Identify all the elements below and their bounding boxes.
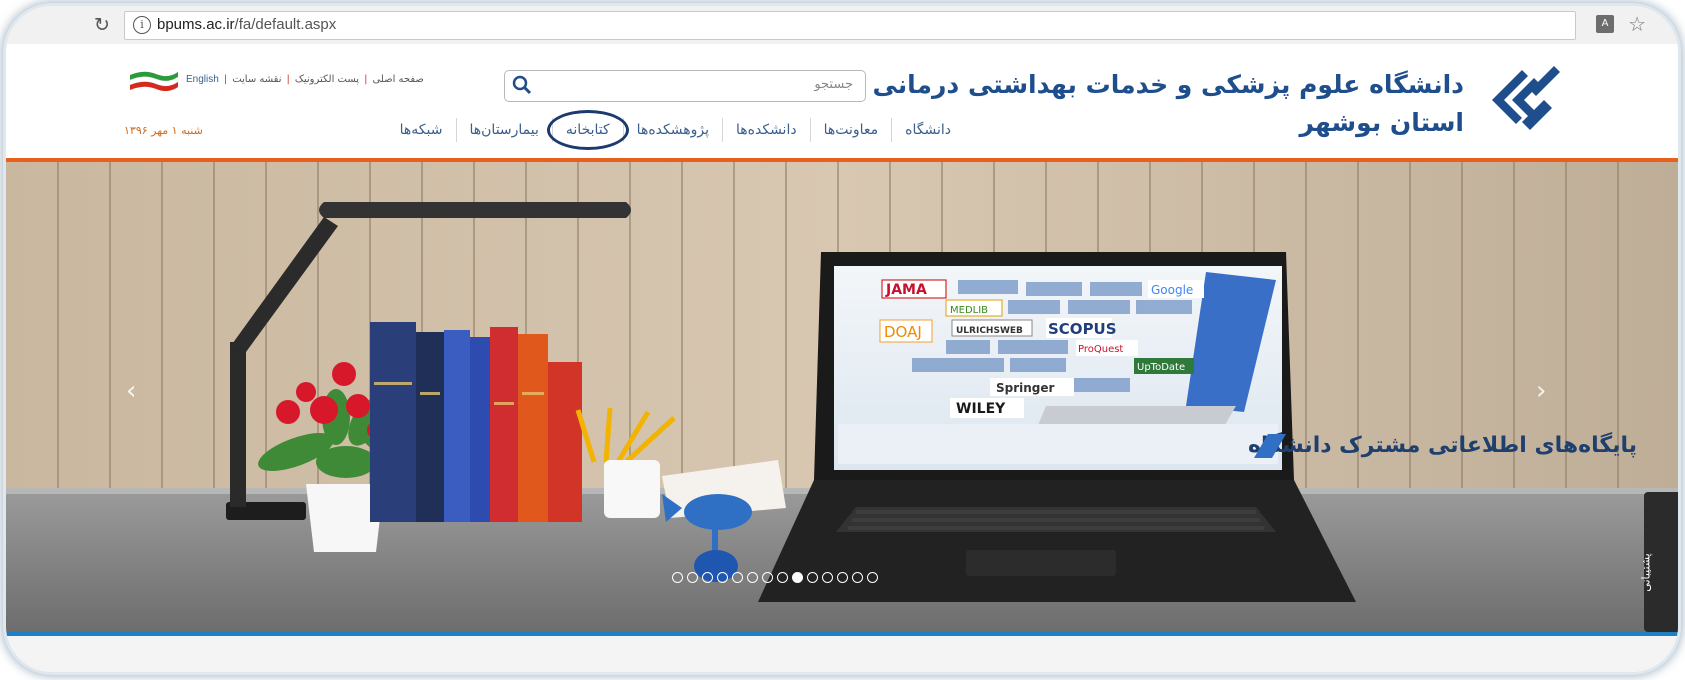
- address-bar[interactable]: i bpums.ac.ir/fa/default.aspx: [124, 11, 1576, 40]
- menu-item-faculties[interactable]: دانشکده‌ها: [723, 122, 810, 138]
- db-logo-proquest: ProQuest: [1078, 344, 1123, 355]
- translate-icon[interactable]: A: [1596, 15, 1614, 33]
- db-logo-doaj: DOAJ: [884, 323, 922, 341]
- menu-item-networks[interactable]: شبکه‌ها: [387, 122, 456, 138]
- hero-slider[interactable]: JAMA Google MEDLIB DOAJ ULRICHSWEB SCOPU…: [6, 162, 1678, 632]
- screen-caption: پایگاه‌های اطلاعاتی مشترک دانشگاه: [1248, 431, 1637, 458]
- slider-prev-arrow[interactable]: ‹: [126, 376, 136, 406]
- slider-dot[interactable]: [867, 572, 878, 583]
- db-logo-medlib: MEDLIB: [950, 305, 988, 316]
- university-name-line1: دانشگاه علوم پزشکی و خدمات بهداشتی درمان…: [872, 70, 1464, 99]
- url-domain: bpums.ac.ir: [157, 16, 235, 33]
- main-menu: دانشگاه معاونت‌ها دانشکده‌ها پژوهشکده‌ها…: [387, 110, 964, 150]
- slider-dot[interactable]: [717, 572, 728, 583]
- menu-item-research-institutes[interactable]: پژوهشکده‌ها: [624, 122, 722, 138]
- slider-dot[interactable]: [792, 572, 803, 583]
- slider-dots: [672, 572, 878, 583]
- current-date: شنبه ۱ مهر ۱۳۹۶: [124, 124, 203, 137]
- db-logo-ulrichsweb: ULRICHSWEB: [956, 326, 1023, 336]
- db-logo-springer: Springer: [996, 381, 1055, 395]
- slider-dot[interactable]: [777, 572, 788, 583]
- english-link[interactable]: English: [186, 74, 219, 85]
- slider-dot[interactable]: [852, 572, 863, 583]
- slider-dot[interactable]: [687, 572, 698, 583]
- search-icon[interactable]: [511, 74, 533, 96]
- db-logo-wiley: WILEY: [956, 401, 1006, 417]
- slider-dot[interactable]: [672, 572, 683, 583]
- top-links-separator: |: [223, 74, 228, 85]
- top-links: صفحه اصلی | پست الکترونیک | نقشه سایت | Englis…: [186, 74, 424, 85]
- support-tab-label: پشتیبانی: [1639, 553, 1653, 592]
- top-links-separator: |: [364, 74, 368, 85]
- university-logo[interactable]: [1482, 60, 1562, 142]
- menu-item-deputies[interactable]: معاونت‌ها: [811, 122, 892, 138]
- db-logo-jama: JAMA: [885, 282, 927, 298]
- slider-dot[interactable]: [837, 572, 848, 583]
- menu-item-university[interactable]: دانشگاه: [892, 122, 964, 138]
- menu-item-hospitals[interactable]: بیمارستان‌ها: [457, 122, 552, 138]
- search-box: [504, 70, 866, 102]
- top-links-separator: |: [286, 74, 290, 85]
- reload-icon[interactable]: ↻: [94, 15, 110, 35]
- menu-item-library[interactable]: کتابخانه: [546, 110, 629, 150]
- content-area: [6, 636, 1678, 672]
- slider-next-arrow[interactable]: ›: [1536, 376, 1546, 406]
- url-text[interactable]: bpums.ac.ir/fa/default.aspx: [157, 16, 336, 33]
- email-link[interactable]: پست الکترونیک: [295, 74, 359, 85]
- page-frame: ↻ i bpums.ac.ir/fa/default.aspx A ☆ دانش…: [6, 6, 1678, 672]
- db-logo-uptodate: UpToDate: [1137, 362, 1185, 373]
- browser-toolbar: ↻ i bpums.ac.ir/fa/default.aspx A ☆: [6, 6, 1678, 45]
- slider-dot[interactable]: [762, 572, 773, 583]
- iran-flag-icon[interactable]: [126, 69, 182, 91]
- slider-dot[interactable]: [702, 572, 713, 583]
- bookmark-star-icon[interactable]: ☆: [1628, 12, 1646, 36]
- db-logo-google: Google: [1151, 283, 1193, 297]
- url-path: /fa/default.aspx: [234, 16, 337, 33]
- slide-illustration: JAMA Google MEDLIB DOAJ ULRICHSWEB SCOPU…: [6, 162, 1678, 632]
- home-link[interactable]: صفحه اصلی: [372, 74, 423, 85]
- db-logo-scopus: SCOPUS: [1048, 320, 1117, 338]
- info-icon[interactable]: i: [133, 16, 151, 34]
- slider-dot[interactable]: [822, 572, 833, 583]
- slider-dot[interactable]: [732, 572, 743, 583]
- sitemap-link[interactable]: نقشه سایت: [232, 74, 281, 85]
- slider-dot[interactable]: [747, 572, 758, 583]
- slider-dot[interactable]: [807, 572, 818, 583]
- search-input[interactable]: [551, 76, 855, 93]
